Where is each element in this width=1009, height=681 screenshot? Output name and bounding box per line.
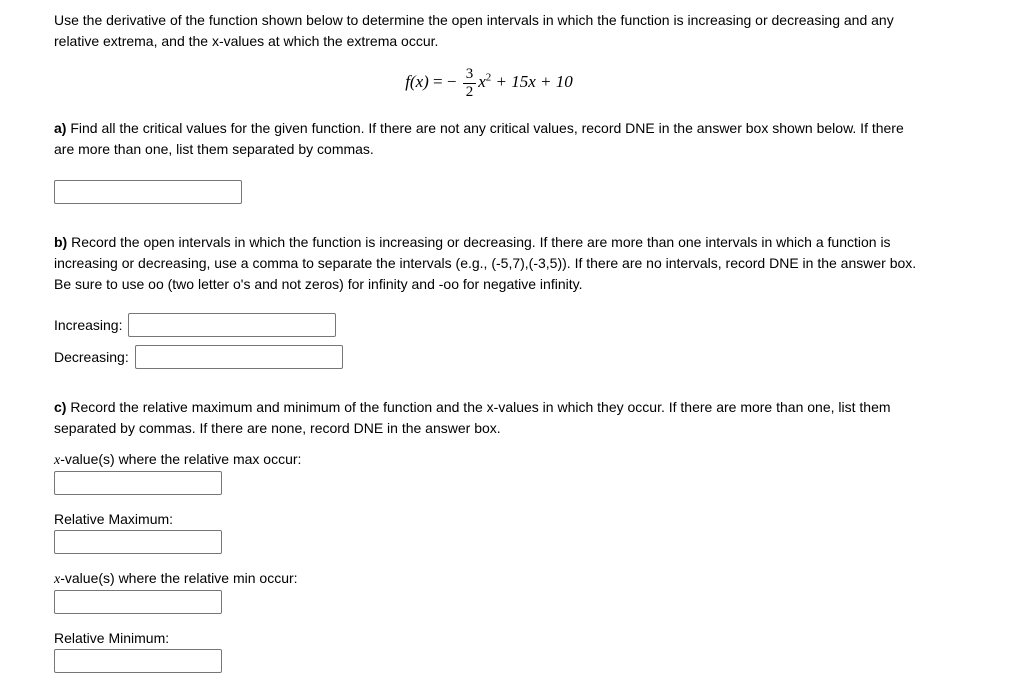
formula-fraction: 32 — [463, 66, 477, 100]
critical-values-input[interactable] — [54, 180, 242, 204]
xmin-label-text: -value(s) where the relative min occur: — [60, 570, 297, 586]
part-c: c) Record the relative maximum and minim… — [54, 397, 924, 673]
intro-paragraph: Use the derivative of the function shown… — [54, 10, 924, 52]
formula-lhs: f(x) — [405, 72, 429, 91]
increasing-input[interactable] — [128, 313, 336, 337]
formula-equals: = — [429, 72, 447, 91]
frac-den: 2 — [463, 84, 477, 101]
decreasing-input[interactable] — [135, 345, 343, 369]
part-b-body: Record the open intervals in which the f… — [54, 234, 916, 292]
part-a-body: Find all the critical values for the giv… — [54, 120, 904, 157]
part-b: b) Record the open intervals in which th… — [54, 232, 924, 369]
xmax-label: x-value(s) where the relative max occur: — [54, 449, 924, 471]
part-a: a) Find all the critical values for the … — [54, 118, 924, 204]
xmax-input[interactable] — [54, 471, 222, 495]
part-a-label: a) — [54, 120, 66, 136]
xmin-input[interactable] — [54, 590, 222, 614]
relmax-input[interactable] — [54, 530, 222, 554]
part-c-body: Record the relative maximum and minimum … — [54, 399, 891, 436]
part-c-label: c) — [54, 399, 66, 415]
part-b-text: b) Record the open intervals in which th… — [54, 232, 924, 295]
xmax-label-text: -value(s) where the relative max occur: — [60, 451, 301, 467]
part-a-text: a) Find all the critical values for the … — [54, 118, 924, 160]
relmin-label: Relative Minimum: — [54, 628, 924, 649]
part-b-label: b) — [54, 234, 67, 250]
formula-tail: + 15x + 10 — [491, 72, 573, 91]
part-c-text: c) Record the relative maximum and minim… — [54, 397, 924, 439]
relmax-label: Relative Maximum: — [54, 509, 924, 530]
relmin-input[interactable] — [54, 649, 222, 673]
function-formula: f(x) = − 32x2 + 15x + 10 — [54, 66, 924, 100]
decreasing-label: Decreasing: — [54, 347, 129, 368]
increasing-label: Increasing: — [54, 315, 122, 336]
xmin-label: x-value(s) where the relative min occur: — [54, 568, 924, 590]
frac-num: 3 — [463, 66, 477, 84]
formula-x: x — [478, 72, 486, 91]
formula-minus: − — [447, 72, 461, 91]
